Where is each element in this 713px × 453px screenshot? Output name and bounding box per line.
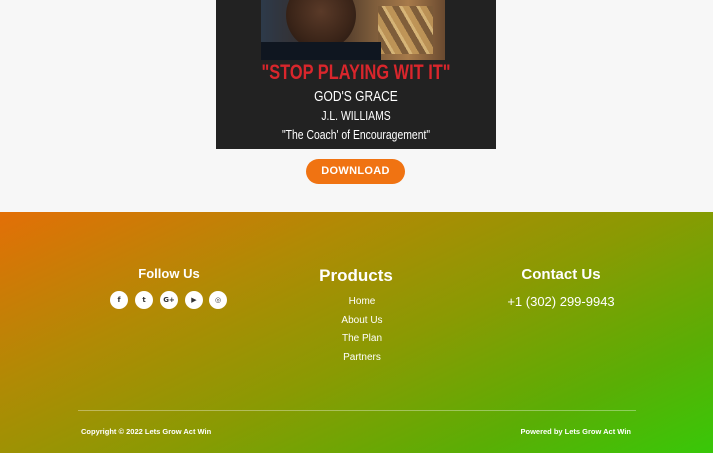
footer-link-about-us[interactable]: About Us: [312, 315, 412, 326]
youtube-icon[interactable]: ▶: [185, 291, 203, 309]
cover-author: J.L. WILLIAMS: [321, 108, 391, 123]
footer-link-the-plan[interactable]: The Plan: [312, 333, 412, 344]
footer-divider: [78, 410, 636, 411]
follow-us-heading: Follow Us: [138, 266, 200, 281]
author-shirt: [261, 42, 381, 60]
cover-tagline: "The Coach' of Encouragement": [281, 127, 431, 142]
cover-photo: [261, 0, 445, 60]
facebook-icon[interactable]: f: [110, 291, 128, 309]
top-section: "STOP PLAYING WIT IT" GOD'S GRACE J.L. W…: [0, 0, 713, 212]
machinery-image: [378, 6, 433, 54]
footer: Follow Us f t G+ ▶ ◎ Products Home About…: [0, 212, 713, 453]
instagram-icon[interactable]: ◎: [209, 291, 227, 309]
download-button[interactable]: DOWNLOAD: [306, 159, 405, 184]
footer-link-partners[interactable]: Partners: [312, 352, 412, 363]
copyright-text: Copyright © 2022 Lets Grow Act Win: [81, 427, 212, 436]
contact-us-heading: Contact Us: [521, 266, 601, 283]
products-heading: Products: [319, 266, 393, 285]
cover-title: "STOP PLAYING WIT IT": [261, 61, 451, 84]
book-cover-image[interactable]: "STOP PLAYING WIT IT" GOD'S GRACE J.L. W…: [216, 0, 496, 149]
footer-link-home[interactable]: Home: [312, 296, 412, 307]
cover-subtitle: GOD'S GRACE: [314, 88, 398, 105]
google-plus-icon[interactable]: G+: [160, 291, 178, 309]
powered-by-text: Powered by Lets Grow Act Win: [520, 427, 631, 436]
twitter-icon[interactable]: t: [135, 291, 153, 309]
phone-number[interactable]: +1 (302) 299-9943: [495, 294, 627, 309]
